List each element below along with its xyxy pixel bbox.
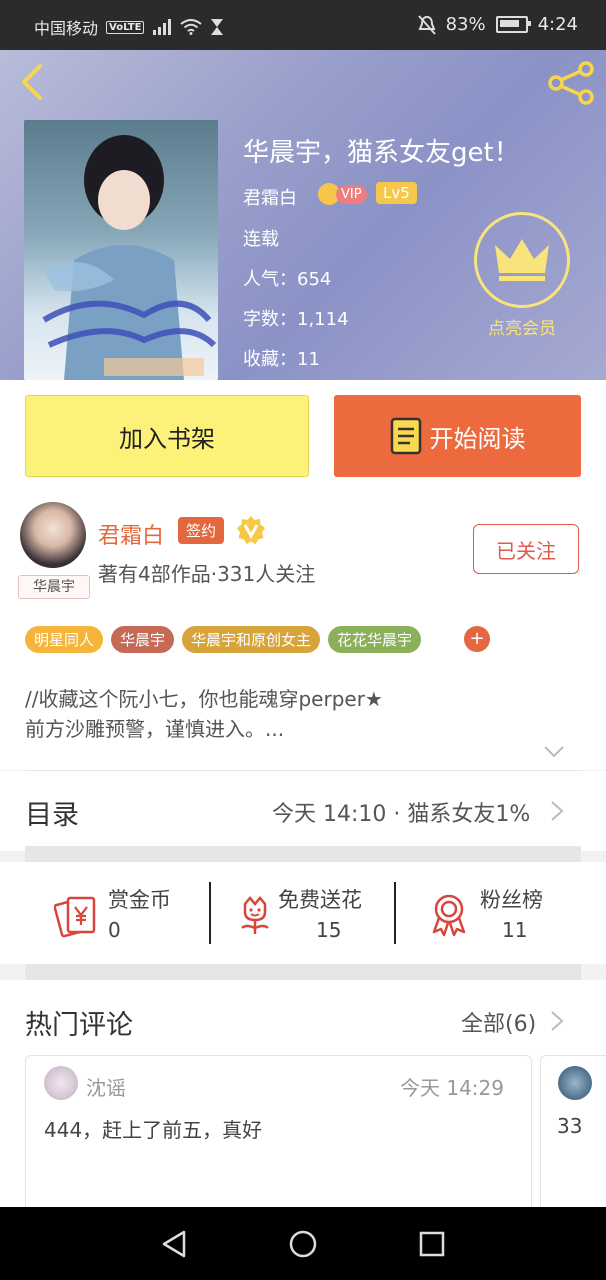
chevron-right-icon (551, 801, 564, 821)
tip-coins-stat[interactable]: 赏金币 0 (30, 880, 216, 950)
divider (394, 882, 396, 944)
book-author[interactable]: 君霜白 (243, 184, 297, 210)
nav-recents-icon[interactable] (418, 1230, 446, 1258)
follow-label: 已关注 (496, 538, 556, 563)
favorites-count: 收藏：11 (243, 349, 320, 370)
red-envelope-yen-icon (54, 896, 96, 938)
commenter-avatar[interactable] (44, 1066, 78, 1100)
share-icon[interactable] (546, 60, 596, 106)
tag-chip[interactable]: 华晨宇 (111, 626, 175, 653)
intro-line: //收藏这个阮小七，你也能魂穿perper★ (25, 687, 383, 711)
author-avatar[interactable] (20, 502, 86, 568)
tag-chip[interactable]: 明星同人 (25, 626, 104, 653)
chevron-right-icon (551, 1011, 564, 1031)
add-tag-button[interactable]: + (464, 626, 490, 652)
membership-label: 点亮会员 (488, 319, 556, 339)
membership-button[interactable]: 点亮会员 (472, 212, 572, 339)
book-icon (390, 417, 421, 455)
nav-home-icon[interactable] (288, 1229, 318, 1259)
comment-text: 444，赶上了前五，真好 (44, 1118, 263, 1142)
stat-value: 11 (502, 918, 528, 942)
stat-label: 赏金币 (108, 888, 171, 912)
level-badge: Lv5 (376, 182, 417, 204)
fan-ranking-stat[interactable]: 粉丝榜 11 (402, 880, 588, 950)
expand-chevron-down-icon[interactable] (543, 745, 565, 759)
hot-comments-title: 热门评论 (25, 1010, 133, 1041)
catalog-title: 目录 (25, 800, 79, 831)
follow-button[interactable]: 已关注 (473, 524, 579, 574)
back-arrow-icon[interactable] (14, 62, 54, 102)
vip-badge: VIP (318, 182, 367, 206)
battery-icon (495, 16, 531, 33)
book-title: 华晨宇，猫系女友get！ (243, 138, 520, 168)
book-header: 华晨宇，猫系女友get！ 君霜白 VIP Lv5 连载 人气：654 字数：1,… (0, 50, 606, 380)
comment-text: 33 (557, 1114, 583, 1138)
tag-chip[interactable]: 花花华晨宇 (328, 626, 422, 653)
battery-percent: 83% (445, 14, 486, 35)
popularity-count: 人气：654 (243, 269, 332, 290)
tag-chip[interactable]: 华晨宇和原创女主 (182, 626, 321, 653)
nav-back-icon[interactable] (160, 1229, 188, 1259)
book-cover-image[interactable] (24, 120, 218, 380)
start-reading-label: 开始阅读 (429, 424, 526, 453)
signal-icon (153, 19, 172, 35)
add-to-shelf-label: 加入书架 (119, 424, 215, 453)
start-reading-button[interactable]: 开始阅读 (334, 395, 581, 477)
hourglass-icon (211, 19, 224, 35)
author-name[interactable]: 君霜白 (98, 518, 164, 550)
serial-status: 连载 (243, 229, 279, 250)
membership-crown-icon (474, 212, 570, 308)
add-to-shelf-button[interactable]: 加入书架 (25, 395, 309, 477)
stat-value: 0 (108, 918, 121, 942)
flower-icon (241, 896, 269, 934)
verified-v-icon (237, 516, 265, 544)
volte-badge: VoLTE (106, 20, 145, 34)
section-separator (25, 964, 581, 980)
tag-list: 明星同人 华晨宇 华晨宇和原创女主 花花华晨宇 (25, 626, 422, 653)
section-separator (25, 846, 581, 862)
clock: 4:24 (537, 14, 578, 35)
comment-time: 今天 14:29 (400, 1076, 504, 1100)
intro-line: 前方沙雕预警，谨慎进入。... (25, 717, 285, 741)
vip-label: VIP (336, 184, 367, 204)
word-count: 字数：1,114 (243, 309, 349, 330)
system-nav-bar (0, 1207, 606, 1280)
commenter-avatar[interactable] (558, 1066, 592, 1100)
stat-value: 15 (316, 918, 342, 942)
latest-chapter[interactable]: 今天 14:10 · 猫系女友1% (272, 796, 530, 828)
commenter-name[interactable]: 沈谣 (86, 1072, 126, 1101)
wifi-icon (180, 19, 203, 35)
all-comments-link[interactable]: 全部(6) (461, 1006, 536, 1038)
avatar-tag: 华晨宇 (18, 575, 90, 599)
author-works-summary: 著有4部作品·331人关注 (98, 562, 316, 586)
award-ribbon-icon (432, 894, 466, 937)
free-flower-stat[interactable]: 免费送花 15 (208, 880, 394, 950)
status-bar: 中国移动 VoLTE 83% 4:24 (0, 0, 606, 50)
stat-label: 粉丝榜 (480, 888, 543, 912)
signed-badge: 签约 (178, 517, 225, 544)
stat-label: 免费送花 (278, 888, 362, 912)
mute-bell-icon (417, 14, 436, 35)
carrier-label: 中国移动 (34, 19, 99, 38)
